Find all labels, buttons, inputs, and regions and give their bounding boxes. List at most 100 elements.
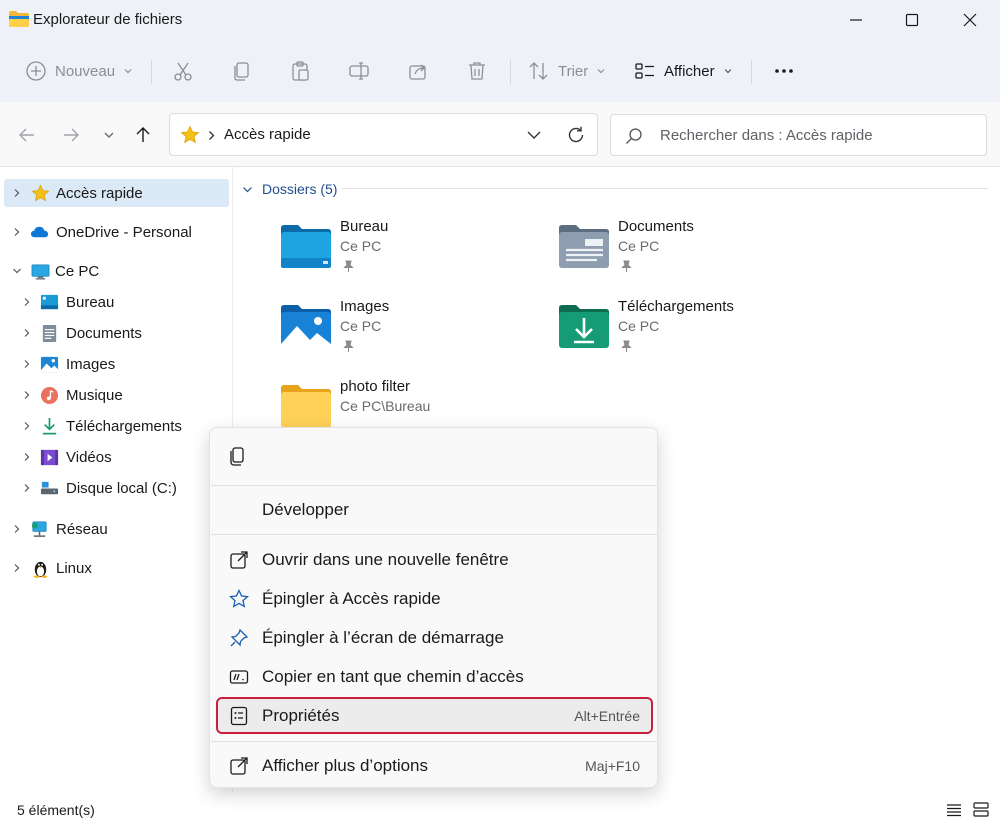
folder-name: Téléchargements: [618, 298, 734, 315]
chevron-right-icon: [14, 189, 20, 197]
folder-tile-documents[interactable]: Documents Ce PC: [557, 218, 817, 288]
star-icon: [180, 125, 200, 144]
pin-icon: [230, 628, 249, 647]
more-button[interactable]: [773, 56, 795, 86]
sidebar-item-images[interactable]: Images: [14, 350, 229, 378]
arrow-up-icon: [136, 127, 150, 142]
pin-icon: [621, 340, 632, 352]
chevron-right-icon: [14, 228, 20, 236]
arrow-left-icon: [19, 128, 34, 142]
sidebar-item-local-disk[interactable]: Disque local (C:): [14, 474, 229, 502]
sidebar-item-label: Disque local (C:): [66, 479, 177, 497]
sidebar-item-this-pc[interactable]: Ce PC: [4, 257, 229, 285]
menu-item-pin-quick-access[interactable]: Épingler à Accès rapide: [218, 582, 651, 615]
breadcrumb[interactable]: Accès rapide: [224, 126, 311, 143]
folder-name: Bureau: [340, 218, 389, 235]
chevron-down-icon: [104, 132, 114, 138]
maximize-icon: [905, 13, 919, 27]
folder-name: Images: [340, 298, 390, 315]
recent-locations-button[interactable]: [98, 124, 120, 146]
folder-tile-downloads[interactable]: Téléchargements Ce PC: [557, 298, 817, 368]
sidebar-item-desktop[interactable]: Bureau: [14, 288, 229, 316]
download-icon: [42, 417, 57, 434]
address-bar[interactable]: Accès rapide: [169, 113, 598, 156]
copy-icon[interactable]: [228, 445, 248, 467]
folder-tile-desktop[interactable]: Bureau Ce PC: [279, 218, 539, 288]
folder-location: Ce PC: [618, 318, 660, 334]
minimize-button[interactable]: [828, 0, 884, 40]
cut-icon: [174, 62, 192, 81]
menu-item-label: Ouvrir dans une nouvelle fenêtre: [262, 550, 509, 569]
menu-item-copy-path[interactable]: Copier en tant que chemin d’accès: [218, 660, 651, 693]
chevron-right-icon: [24, 391, 30, 399]
sidebar-item-label: Vidéos: [66, 448, 112, 466]
new-label: Nouveau: [55, 62, 116, 80]
window-title: Explorateur de fichiers: [33, 11, 183, 28]
sidebar-item-linux[interactable]: Linux: [4, 554, 229, 582]
chevron-right-icon: [24, 298, 30, 306]
close-button[interactable]: [942, 0, 998, 40]
sidebar-item-network[interactable]: Réseau: [4, 515, 229, 543]
sidebar-item-music[interactable]: Musique: [14, 381, 229, 409]
chevron-down-icon: [597, 69, 605, 74]
back-button[interactable]: [16, 124, 38, 146]
sidebar-item-documents[interactable]: Documents: [14, 319, 229, 347]
properties-icon: [230, 706, 248, 726]
sort-icon: [529, 62, 548, 80]
new-button[interactable]: Nouveau: [25, 56, 133, 86]
paste-button[interactable]: [289, 56, 311, 86]
copy-path-icon: [229, 670, 249, 684]
menu-item-properties[interactable]: Propriétés Alt+Entrée: [216, 697, 653, 734]
folder-icon: [281, 385, 331, 428]
details-view-icon[interactable]: [946, 802, 962, 818]
chevron-down-icon: [13, 268, 21, 274]
copy-button[interactable]: [231, 56, 253, 86]
pin-icon: [621, 260, 632, 272]
menu-item-pin-start[interactable]: Épingler à l’écran de démarrage: [218, 621, 651, 654]
chevron-right-icon: [24, 453, 30, 461]
section-header[interactable]: Dossiers (5): [242, 179, 337, 199]
chevron-down-icon[interactable]: [526, 128, 542, 142]
sort-button[interactable]: Trier: [528, 56, 606, 86]
copy-icon: [234, 62, 249, 81]
sidebar-item-videos[interactable]: Vidéos: [14, 443, 229, 471]
folder-icon: [9, 11, 29, 27]
sidebar-item-label: Musique: [66, 386, 123, 404]
maximize-button[interactable]: [884, 0, 940, 40]
arrow-right-icon: [64, 128, 79, 142]
pin-icon: [343, 340, 354, 352]
section-title: Dossiers (5): [262, 181, 338, 197]
sidebar-item-quick-access[interactable]: Accès rapide: [4, 179, 229, 207]
star-outline-icon: [229, 589, 249, 608]
menu-item-label: Propriétés: [262, 706, 340, 725]
sidebar-item-downloads[interactable]: Téléchargements: [14, 412, 229, 440]
share-icon: [409, 64, 426, 80]
rename-button[interactable]: [348, 56, 370, 86]
forward-button[interactable]: [60, 124, 82, 146]
chevron-right-icon: [24, 329, 30, 337]
sidebar-item-onedrive[interactable]: OneDrive - Personal: [4, 218, 229, 246]
up-button[interactable]: [132, 124, 154, 146]
search-input[interactable]: Rechercher dans : Accès rapide: [610, 114, 987, 156]
menu-item-expand[interactable]: Développer: [218, 493, 651, 526]
sidebar-item-label: Bureau: [66, 293, 115, 311]
share-button[interactable]: [407, 56, 429, 86]
view-button[interactable]: Afficher: [634, 56, 733, 86]
folder-tile-images[interactable]: Images Ce PC: [279, 298, 539, 368]
documents-folder-icon: [559, 225, 609, 268]
cut-button[interactable]: [172, 56, 194, 86]
delete-button[interactable]: [466, 56, 488, 86]
tiles-view-icon[interactable]: [973, 802, 989, 818]
refresh-icon[interactable]: [566, 125, 586, 145]
desktop-icon: [40, 294, 59, 309]
chevron-right-icon: [14, 564, 20, 572]
command-bar: Nouveau Trier Afficher: [0, 40, 1000, 102]
navigation-pane: Accès rapide OneDrive - Personal Ce PC B…: [0, 167, 233, 793]
item-count: 5 élément(s): [17, 802, 95, 818]
menu-item-open-new-window[interactable]: Ouvrir dans une nouvelle fenêtre: [218, 543, 651, 576]
cloud-icon: [30, 226, 49, 237]
videos-icon: [40, 449, 59, 465]
menu-item-more-options[interactable]: Afficher plus d’options Maj+F10: [218, 749, 651, 782]
search-icon: [626, 128, 642, 144]
chevron-right-icon: [24, 484, 30, 492]
